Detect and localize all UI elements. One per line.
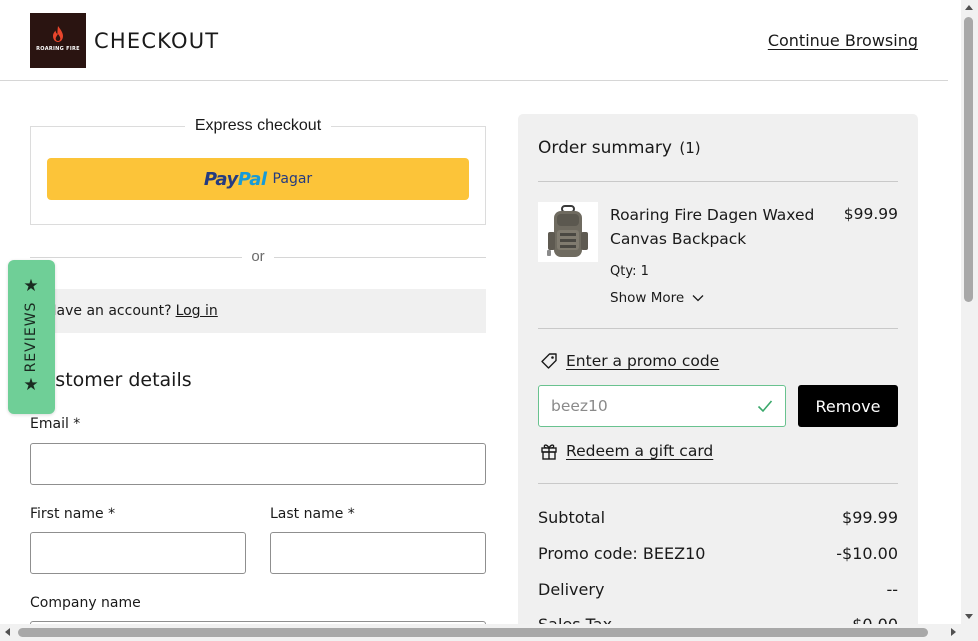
flame-icon	[53, 26, 63, 42]
scroll-down-arrow-icon[interactable]	[965, 614, 973, 619]
company-name-label: Company name	[30, 595, 141, 611]
divider	[538, 328, 898, 329]
total-label: Delivery	[538, 580, 605, 599]
scroll-left-arrow-icon[interactable]	[5, 628, 10, 636]
remove-promo-button[interactable]: Remove	[798, 385, 898, 427]
first-name-label: First name *	[30, 506, 116, 522]
redeem-gift-card-label: Redeem a gift card	[566, 442, 714, 460]
divider-line	[274, 257, 486, 258]
reviews-tab-label: REVIEWS	[23, 301, 39, 373]
logo-text: ROARING FIRE	[36, 46, 80, 52]
star-icon: ★	[23, 375, 39, 394]
total-value: --	[886, 580, 898, 599]
store-logo[interactable]: ROARING FIRE	[30, 13, 86, 68]
or-divider: or	[30, 247, 486, 267]
page-header: ROARING FIRE CHECKOUT Continue Browsing	[0, 0, 948, 81]
last-name-label: Last name *	[270, 506, 355, 522]
account-prompt-text: Have an account?	[46, 303, 172, 319]
chevron-down-icon	[692, 295, 704, 302]
show-more-label: Show More	[610, 290, 685, 306]
star-icon: ★	[23, 276, 39, 295]
total-value: -$10.00	[836, 544, 898, 563]
tag-icon	[541, 353, 557, 369]
check-icon	[757, 400, 773, 413]
divider	[538, 181, 898, 182]
vertical-scrollbar[interactable]	[961, 0, 978, 624]
backpack-icon	[547, 205, 588, 257]
paypal-logo: PayPal	[203, 168, 267, 190]
order-item-count: (1)	[679, 139, 701, 157]
order-summary-title: Order summary	[538, 138, 672, 158]
total-label: Subtotal	[538, 508, 606, 527]
horizontal-scroll-thumb[interactable]	[18, 628, 928, 637]
total-value: $99.99	[842, 508, 898, 527]
product-quantity: Qty: 1	[610, 264, 649, 279]
product-thumbnail	[538, 202, 598, 262]
gift-icon	[541, 444, 557, 460]
promo-code-field[interactable]	[538, 385, 786, 427]
page-title: CHECKOUT	[94, 29, 220, 53]
promo-code-input[interactable]	[551, 395, 741, 417]
last-name-field[interactable]	[270, 532, 486, 574]
account-prompt-box: Have an account? Log in	[30, 289, 486, 333]
email-field[interactable]	[30, 443, 486, 485]
order-summary-panel: Order summary (1) Roaring Fire Dagen Wax…	[518, 114, 918, 641]
reviews-tab[interactable]: ★ REVIEWS ★	[8, 260, 55, 414]
total-label: Promo code: BEEZ10	[538, 544, 706, 563]
scroll-right-arrow-icon[interactable]	[951, 628, 956, 636]
product-name: Roaring Fire Dagen Waxed Canvas Backpack	[610, 206, 815, 248]
divider	[538, 483, 898, 484]
horizontal-scrollbar[interactable]	[0, 624, 978, 641]
scroll-up-arrow-icon[interactable]	[965, 5, 973, 10]
email-label: Email *	[30, 416, 81, 432]
express-checkout-title: Express checkout	[184, 117, 332, 134]
login-link[interactable]: Log in	[176, 303, 218, 319]
enter-promo-code-link[interactable]: Enter a promo code	[540, 352, 719, 370]
product-price: $99.99	[843, 205, 898, 223]
redeem-gift-card-link[interactable]: Redeem a gift card	[540, 442, 713, 460]
express-checkout-section: Express checkout PayPal Pagar	[30, 117, 486, 225]
continue-browsing-link[interactable]: Continue Browsing	[768, 31, 918, 50]
first-name-field[interactable]	[30, 532, 246, 574]
paypal-button[interactable]: PayPal Pagar	[47, 158, 469, 200]
enter-promo-code-label: Enter a promo code	[566, 352, 720, 370]
show-more-button[interactable]: Show More	[610, 290, 704, 306]
paypal-button-label: Pagar	[272, 171, 313, 187]
vertical-scroll-thumb[interactable]	[964, 17, 973, 302]
